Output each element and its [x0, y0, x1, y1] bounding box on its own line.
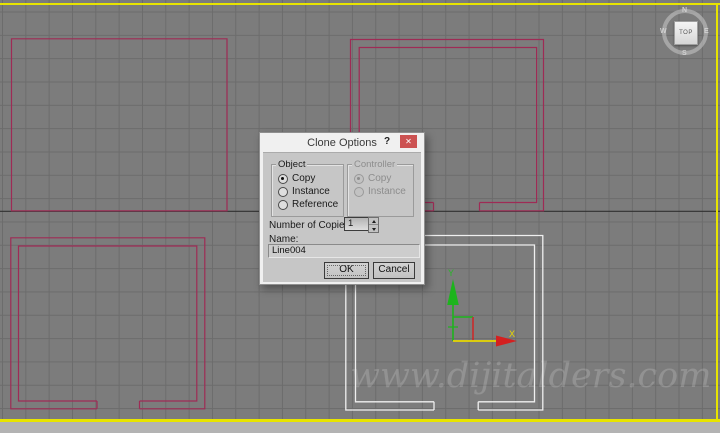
radio-reference-icon[interactable] [278, 199, 288, 210]
dialog-titlebar[interactable]: Clone Options ? ✕ [260, 133, 424, 152]
object-group-label: Object [276, 159, 308, 170]
copies-input[interactable]: 1 [344, 217, 370, 231]
compass-west-label[interactable]: W [660, 28, 667, 35]
ok-button[interactable]: OK [324, 262, 369, 279]
clone-options-dialog: Clone Options ? ✕ Object Copy Instance R… [259, 132, 425, 285]
radio-instance-label: Instance [292, 186, 330, 197]
radio-controller-instance-icon [354, 186, 364, 197]
gizmo-y-arrowhead[interactable] [447, 279, 459, 305]
help-button[interactable]: ? [380, 136, 394, 149]
bottom-ui-strip [0, 422, 720, 433]
spinner-up-icon[interactable] [369, 218, 378, 225]
spinner-down-icon[interactable] [369, 226, 378, 232]
main-window: www.dijitalders.com Y X N S W E TOP Clon… [0, 0, 720, 433]
radio-controller-copy-icon [354, 173, 364, 184]
compass-north-label[interactable]: N [682, 7, 687, 14]
viewport-active-border-right [716, 3, 718, 421]
gizmo-y-label: Y [448, 268, 454, 278]
viewcube-top-face[interactable]: TOP [674, 21, 698, 45]
radio-reference[interactable]: Reference [278, 199, 338, 210]
move-gizmo[interactable]: Y X [447, 268, 517, 347]
cancel-button[interactable]: Cancel [373, 262, 415, 279]
name-input[interactable]: Line004 [268, 244, 420, 258]
radio-instance[interactable]: Instance [278, 186, 330, 197]
object-group: Object Copy Instance Reference [271, 159, 344, 217]
copies-label: Number of Copies: [269, 220, 353, 231]
compass-south-label[interactable]: S [682, 50, 687, 57]
radio-copy-icon[interactable] [278, 173, 288, 184]
controller-group: Controller Copy Instance [347, 159, 414, 217]
controller-group-label: Controller [352, 159, 398, 170]
compass-east-label[interactable]: E [704, 28, 709, 35]
radio-instance-icon[interactable] [278, 186, 288, 197]
radio-controller-copy: Copy [354, 173, 391, 184]
radio-copy[interactable]: Copy [278, 173, 315, 184]
copies-spinner[interactable] [368, 217, 379, 233]
radio-copy-label: Copy [292, 173, 316, 184]
radio-reference-label: Reference [292, 199, 339, 210]
spline-room-bottomleft[interactable] [10, 237, 206, 410]
close-button[interactable]: ✕ [400, 135, 417, 148]
radio-controller-instance-label: Instance [368, 186, 406, 197]
viewport-active-border-top [0, 3, 720, 5]
dialog-body: Object Copy Instance Reference Controlle… [263, 152, 421, 282]
viewcube[interactable]: N S W E TOP [659, 6, 711, 58]
spline-rectangle-topleft[interactable] [10, 38, 228, 212]
radio-controller-copy-label: Copy [368, 173, 392, 184]
gizmo-x-label: X [509, 329, 515, 339]
radio-controller-instance: Instance [354, 186, 406, 197]
